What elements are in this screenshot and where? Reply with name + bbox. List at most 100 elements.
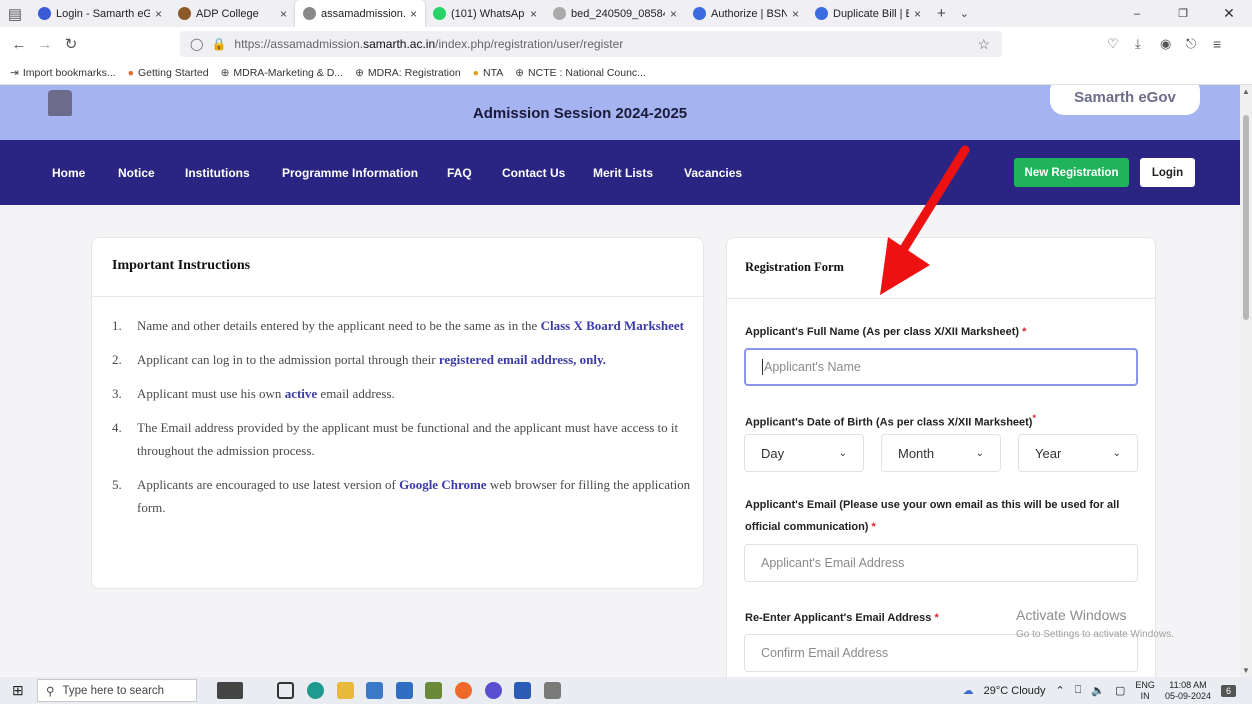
instruction-text: Applicants are encouraged to use latest …	[137, 473, 692, 519]
email-input[interactable]: Applicant's Email Address	[744, 544, 1138, 582]
language-indicator[interactable]: ENG IN	[1135, 680, 1155, 702]
pdf-icon	[553, 7, 566, 20]
tray-chevron-icon[interactable]: ⌃	[1055, 684, 1064, 697]
copilot-icon[interactable]	[485, 682, 502, 699]
browser-tab[interactable]: (101) WhatsApp ×	[425, 0, 545, 27]
instructions-list: 1. Name and other details entered by the …	[112, 314, 692, 530]
notifications-icon[interactable]: 6	[1220, 684, 1236, 697]
bookmark-item[interactable]: ⊕ MDRA-Marketing & D...	[221, 67, 344, 79]
browser-tab[interactable]: Authorize | BSNL Porta ×	[685, 0, 807, 27]
bsnl-icon	[693, 7, 706, 20]
bookmark-item[interactable]: ⊕ MDRA: Registration	[355, 67, 461, 79]
minimize-icon[interactable]: –	[1114, 8, 1160, 20]
menu-notice[interactable]: Notice	[118, 166, 155, 180]
instruction-item: 3. Applicant must use his own active emai…	[112, 382, 692, 405]
store-icon[interactable]	[366, 682, 383, 699]
tab-overview-icon[interactable]: ▤	[0, 5, 30, 23]
dob-year-select[interactable]: Year ⌄	[1018, 434, 1138, 472]
graduation-cap-icon[interactable]	[217, 682, 243, 699]
task-view-icon[interactable]	[277, 682, 294, 699]
bookmark-label: Import bookmarks...	[22, 66, 116, 79]
instruction-number: 5.	[112, 477, 122, 492]
import-icon: ⇥	[10, 66, 19, 79]
instruction-highlight: Class X Board Marksheet	[540, 318, 684, 333]
tab-list-chevron-icon[interactable]: ⌄	[960, 7, 969, 20]
email-placeholder: Applicant's Email Address	[761, 556, 905, 570]
network-icon[interactable]: ⎕	[1075, 684, 1082, 697]
close-tab-icon[interactable]: ×	[280, 7, 287, 21]
forward-icon[interactable]: →	[34, 36, 56, 53]
full-name-label: Applicant's Full Name (As per class X/XI…	[745, 326, 1027, 338]
bookmark-item[interactable]: ● Getting Started	[128, 67, 209, 79]
browser-tab[interactable]: bed_240509_085840.pdf ×	[545, 0, 685, 27]
close-window-icon[interactable]: ✕	[1206, 5, 1252, 22]
instruction-highlight: registered email address, only.	[438, 352, 607, 367]
full-name-input[interactable]: Applicant's Name	[744, 348, 1138, 386]
close-tab-icon[interactable]: ×	[670, 7, 677, 21]
instruction-text: Applicant must use his own active email …	[137, 382, 395, 405]
close-tab-icon[interactable]: ×	[792, 7, 799, 21]
volume-icon[interactable]: 🔈	[1091, 684, 1105, 697]
firefox-icon[interactable]	[455, 682, 472, 699]
downloads-icon[interactable]: ⤓	[1135, 36, 1141, 52]
taskbar-search[interactable]: ⚲ Type here to search	[37, 679, 197, 702]
menu-institutions[interactable]: Institutions	[185, 166, 250, 180]
page-scrollbar[interactable]: ▲ ▼	[1240, 85, 1252, 677]
windows-start-icon[interactable]: ⊞	[12, 682, 24, 699]
menu-faq[interactable]: FAQ	[447, 166, 472, 180]
menu-icon[interactable]: ≡	[1213, 36, 1221, 52]
browser-tab[interactable]: Duplicate Bill | BSNL P ×	[807, 0, 929, 27]
account-icon[interactable]: ◉	[1160, 36, 1171, 52]
bookmark-item[interactable]: ● NTA	[473, 67, 504, 79]
login-button[interactable]: Login	[1140, 158, 1195, 187]
bookmark-label: Getting Started	[137, 66, 209, 79]
globe-icon: ⊕	[220, 66, 230, 79]
chevron-down-icon: ⌄	[1112, 447, 1121, 459]
media-icon[interactable]	[544, 682, 561, 699]
form-title: Registration Form	[745, 260, 844, 274]
app-icon[interactable]	[425, 682, 442, 699]
extensions-icon[interactable]: ⎋	[1186, 36, 1196, 52]
browser-tab[interactable]: Login - Samarth eGov ×	[30, 0, 170, 27]
scroll-down-icon[interactable]: ▼	[1242, 666, 1250, 675]
edge-icon[interactable]	[307, 682, 324, 699]
file-explorer-icon[interactable]	[337, 682, 354, 699]
globe-icon: ⊕	[355, 66, 364, 79]
activate-windows-subtitle: Go to Settings to activate Windows.	[1016, 629, 1174, 640]
bookmark-star-icon[interactable]: ☆	[977, 36, 990, 53]
back-icon[interactable]: ←	[8, 36, 30, 53]
menu-programme-information[interactable]: Programme Information	[282, 166, 418, 180]
menu-vacancies[interactable]: Vacancies	[684, 166, 742, 180]
dob-month-select[interactable]: Month ⌄	[881, 434, 1001, 472]
word-icon[interactable]	[514, 682, 531, 699]
instruction-text-part: email address.	[317, 386, 395, 401]
bookmark-item[interactable]: ⊕ NCTE : National Counc...	[515, 67, 646, 79]
close-tab-icon[interactable]: ×	[410, 7, 417, 21]
clock[interactable]: 11:08 AM 05-09-2024	[1165, 680, 1211, 702]
scroll-up-icon[interactable]: ▲	[1242, 87, 1250, 96]
browser-tab[interactable]: ADP College ×	[170, 0, 295, 27]
weather-text[interactable]: 29°C Cloudy	[984, 685, 1046, 697]
browser-tab[interactable]: assamadmission.sama ×	[295, 0, 425, 27]
close-tab-icon[interactable]: ×	[155, 7, 162, 21]
menu-merit-lists[interactable]: Merit Lists	[593, 166, 653, 180]
bookmark-item[interactable]: ⇥ Import bookmarks...	[10, 67, 116, 79]
menu-home[interactable]: Home	[52, 166, 85, 180]
restore-icon[interactable]: ❐	[1160, 7, 1206, 20]
close-tab-icon[interactable]: ×	[914, 7, 921, 21]
new-tab-icon[interactable]: +	[937, 5, 946, 22]
menu-contact-us[interactable]: Contact Us	[502, 166, 565, 180]
scrollbar-thumb[interactable]	[1243, 115, 1249, 320]
address-bar[interactable]: ◯ 🔒 https://assamadmission.samarth.ac.in…	[180, 31, 1002, 57]
mail-icon[interactable]	[396, 682, 413, 699]
red-arrow-annotation	[880, 145, 970, 295]
divider	[92, 296, 703, 297]
pocket-icon[interactable]: ♡	[1107, 36, 1119, 52]
chevron-down-icon: ⌄	[975, 447, 984, 459]
dob-day-select[interactable]: Day ⌄	[744, 434, 864, 472]
instruction-text-part: Applicant must use his own	[137, 386, 285, 401]
new-registration-button[interactable]: New Registration	[1014, 158, 1129, 187]
close-tab-icon[interactable]: ×	[530, 7, 537, 21]
reload-icon[interactable]: ↻	[60, 35, 82, 53]
chat-icon[interactable]: ▢	[1115, 684, 1125, 697]
